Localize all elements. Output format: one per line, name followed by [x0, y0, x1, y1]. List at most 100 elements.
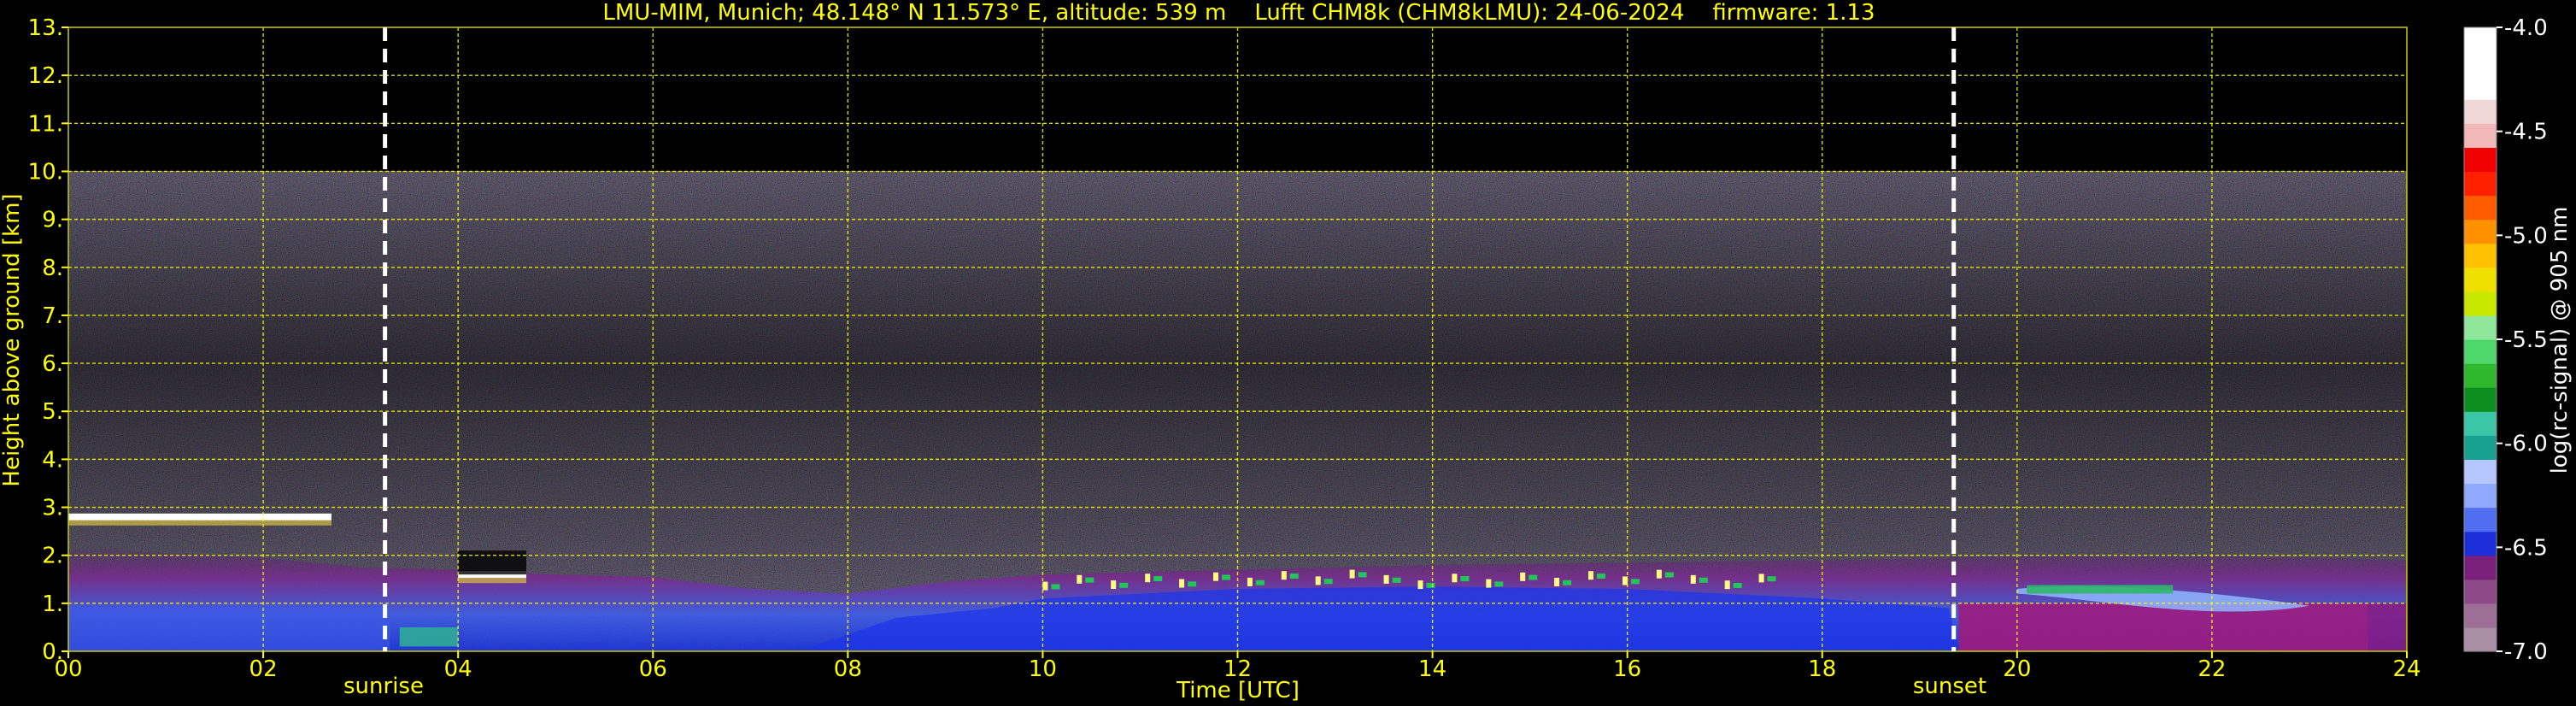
colorbar-segment [2464, 387, 2497, 412]
colorbar-segment [2464, 27, 2497, 52]
colorbar-segment [2464, 555, 2497, 580]
x-tick-label: 20 [2003, 656, 2031, 682]
cloud-spot [1758, 574, 1764, 583]
cloud-spot [1588, 571, 1593, 580]
cloud-spot-edge [1460, 576, 1470, 582]
cloud-layer-edge [458, 578, 526, 584]
y-tick-label: 9. [42, 208, 63, 233]
ceilometer-chart: 0.1.2.3.4.5.6.7.8.9.10.11.12.13. 00 02 04 0… [0, 0, 2573, 703]
x-tick-label: 16 [1613, 656, 1641, 682]
y-tick-label: 11. [28, 111, 63, 137]
evening-layer-core [1958, 603, 2368, 651]
y-tick-label: 12. [28, 63, 63, 89]
x-tick-label: 14 [1418, 656, 1446, 682]
cloud-spot-edge [1494, 581, 1504, 587]
colorbar: -4.0 -4.5 -5.0 -5.5 -6.0 -6.5 -7.0 [2463, 15, 2548, 665]
y-tick-label: 2. [42, 544, 63, 569]
cloud-spot-edge [1529, 574, 1538, 580]
cloud-spot-edge [1289, 574, 1299, 579]
colorbar-segment [2464, 243, 2497, 268]
cloud-spot [1145, 574, 1151, 583]
colorbar-segment [2464, 291, 2497, 316]
x-tick-label: 08 [834, 656, 862, 682]
colorbar-tick-label: -6.5 [2504, 535, 2548, 561]
x-tick-label: 06 [639, 656, 667, 682]
cloud-spot [1281, 571, 1287, 580]
cloud-layer-edge [68, 520, 332, 526]
colorbar-segment [2464, 315, 2497, 340]
cloud-spot-edge [1733, 583, 1742, 588]
x-tick-label: 02 [249, 656, 278, 682]
cloud-spot [1247, 577, 1253, 586]
cloud-spot-edge [1323, 579, 1333, 585]
y-tick-label: 1. [42, 591, 63, 617]
y-axis-label: Height above ground [km] [0, 193, 25, 486]
colorbar-segment [2464, 627, 2497, 652]
colorbar-segment [2464, 459, 2497, 485]
colorbar-segment [2464, 339, 2497, 364]
colorbar-segment [2464, 531, 2497, 556]
colorbar-segment [2464, 435, 2497, 460]
colorbar-segment [2464, 75, 2497, 100]
night-layer [68, 605, 390, 651]
x-tick-label: 00 [54, 656, 82, 682]
cloud-spot [1111, 580, 1117, 589]
cloud-spot-edge [1392, 577, 1401, 583]
colorbar-tick-label: -5.0 [2504, 223, 2548, 249]
sunset-label: sunset [1913, 674, 1986, 699]
cloud-spot-edge [1222, 574, 1230, 580]
y-tick-label: 6. [42, 351, 63, 377]
cloud-spot [1520, 572, 1526, 581]
colorbar-segment [2464, 171, 2497, 197]
cloud-spot-edge [1119, 582, 1129, 588]
x-tick-label: 10 [1029, 656, 1057, 682]
cloud-spot [1315, 576, 1321, 585]
cloud-spot-edge [1255, 580, 1265, 585]
cloud-spot [1349, 569, 1355, 579]
cloud-spot-edge [1664, 572, 1674, 578]
cloud-spot [1077, 574, 1083, 584]
y-tick-label: 13. [28, 15, 63, 41]
colorbar-tick-label: -5.5 [2504, 327, 2548, 353]
x-tick-label: 22 [2198, 656, 2226, 682]
colorbar-tick-label: -7.0 [2504, 639, 2548, 665]
y-tick-label: 10. [28, 159, 63, 185]
cloud-spot [1179, 579, 1185, 588]
colorbar-segment [2464, 603, 2497, 628]
sunrise-feature [399, 627, 459, 647]
cloud-spot-edge [1563, 580, 1572, 585]
cloud-spot-edge [1426, 582, 1435, 588]
cloud-spot [1554, 578, 1560, 586]
cloud-spot-edge [1188, 581, 1197, 587]
cloud-spot-edge [1597, 574, 1605, 579]
cloud-spot-edge [1085, 577, 1094, 583]
cloud-spot [1452, 574, 1458, 583]
y-tick-label: 4. [42, 447, 63, 473]
y-tick-label: 3. [42, 496, 63, 521]
colorbar-segment [2464, 363, 2497, 388]
y-tick-label: 8. [42, 256, 63, 281]
colorbar-segment [2464, 483, 2497, 509]
cloud-spot-edge [1358, 572, 1367, 578]
cloud-spot [1042, 581, 1048, 591]
colorbar-tick-label: -4.5 [2504, 120, 2548, 145]
colorbar-tick-label: -4.0 [2504, 15, 2548, 41]
colorbar-segment [2464, 507, 2497, 532]
colorbar-segment [2464, 51, 2497, 76]
cloud-spot-edge [1153, 576, 1163, 581]
colorbar-segment [2464, 219, 2497, 244]
cloud-spot-edge [1699, 577, 1708, 583]
cloud-spot [1724, 580, 1730, 590]
x-tick-label: 18 [1808, 656, 1836, 682]
colorbar-tick-label: -6.0 [2504, 432, 2548, 457]
cloud-spot [1417, 580, 1423, 590]
colorbar-segment [2464, 411, 2497, 436]
cloud-layer [68, 513, 332, 521]
x-tick-label: 24 [2392, 656, 2421, 682]
y-tick-label: 7. [42, 303, 63, 329]
colorbar-segment [2464, 267, 2497, 292]
cloud-spot [1690, 574, 1696, 584]
colorbar-segment [2464, 195, 2497, 221]
cloud-spot-edge [1051, 584, 1060, 590]
x-tick-label: 04 [444, 656, 472, 682]
